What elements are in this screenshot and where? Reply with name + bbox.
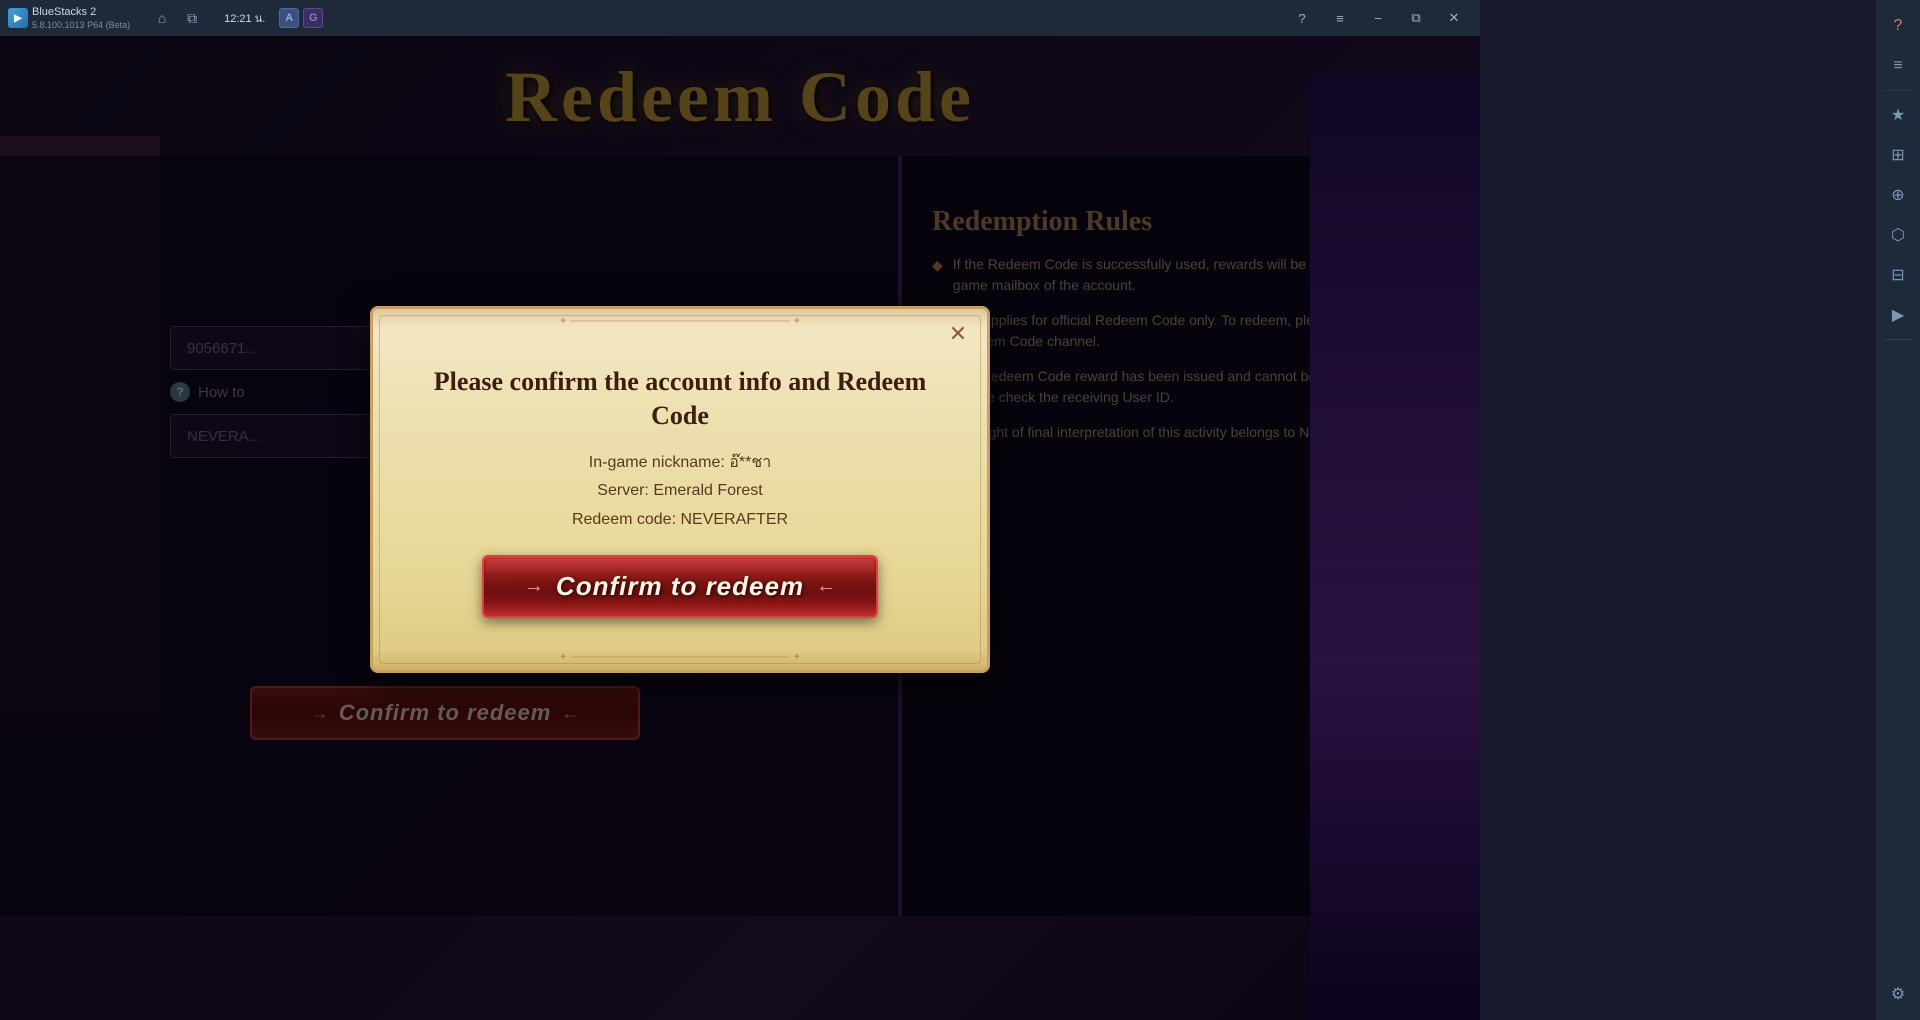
modal-flourish-top xyxy=(373,309,987,329)
sidebar-divider xyxy=(1883,90,1913,91)
extra-icons: A G xyxy=(279,8,323,28)
nickname-value: อ๊**ชา xyxy=(729,454,771,471)
server-label: Server: xyxy=(597,482,649,499)
bs-app-icon: ▶ xyxy=(8,8,28,28)
help-button[interactable]: ? xyxy=(1284,0,1320,36)
nickname-label: In-game nickname: xyxy=(589,454,725,471)
confirm-redeem-button[interactable]: → Confirm to redeem ← xyxy=(482,555,878,618)
topbar: ▶ BlueStacks 2 5.8.100.1013 P64 (Beta) ⌂… xyxy=(0,0,1480,36)
time-display: 12:21 น. xyxy=(224,9,265,27)
hamburger-sidebar-icon[interactable]: ≡ xyxy=(1880,48,1916,84)
menu-button[interactable]: ≡ xyxy=(1322,0,1358,36)
bs-app-version: 5.8.100.1013 P64 (Beta) xyxy=(32,20,130,30)
close-button[interactable]: ✕ xyxy=(1436,0,1472,36)
minimize-button[interactable]: − xyxy=(1360,0,1396,36)
restore-button[interactable]: ⧉ xyxy=(1398,0,1434,36)
code-label: Redeem code: xyxy=(572,511,676,528)
question-sidebar-icon[interactable]: ? xyxy=(1880,8,1916,44)
modal-close-button[interactable]: ✕ xyxy=(943,319,973,349)
bluestacks-logo: ▶ BlueStacks 2 5.8.100.1013 P64 (Beta) xyxy=(8,6,130,29)
globe-sidebar-icon[interactable]: ⊕ xyxy=(1880,177,1916,213)
confirm-arrow-left: → xyxy=(524,575,544,598)
layers-icon[interactable]: ⧉ xyxy=(180,6,204,30)
icon-g[interactable]: G xyxy=(303,8,323,28)
nickname-line: In-game nickname: อ๊**ชา xyxy=(421,449,939,478)
game-area: Redeem Code 9056671... ? How to NEVERA..… xyxy=(0,36,1480,1020)
folder-sidebar-icon[interactable]: ⊟ xyxy=(1880,257,1916,293)
code-line: Redeem code: NEVERAFTER xyxy=(421,506,939,535)
confirm-arrow-right: ← xyxy=(816,575,836,598)
video-sidebar-icon[interactable]: ▶ xyxy=(1880,297,1916,333)
star-sidebar-icon[interactable]: ★ xyxy=(1880,97,1916,133)
modal-info: In-game nickname: อ๊**ชา Server: Emerald… xyxy=(421,449,939,535)
code-value: NEVERAFTER xyxy=(680,511,788,528)
icon-a[interactable]: A xyxy=(279,8,299,28)
nav-icons: ⌂ ⧉ xyxy=(150,6,204,30)
settings-sidebar-icon[interactable]: ⚙ xyxy=(1880,976,1916,1012)
confirm-redeem-label: Confirm to redeem xyxy=(556,571,804,602)
modal-inner: Please confirm the account info and Rede… xyxy=(373,329,987,650)
modal-title: Please confirm the account info and Rede… xyxy=(421,365,939,433)
right-sidebar: ? ≡ ★ ⊞ ⊕ ⬡ ⊟ ▶ ⚙ xyxy=(1876,0,1920,1020)
modal-dialog: ✕ Please confirm the account info and Re… xyxy=(370,306,990,673)
server-line: Server: Emerald Forest xyxy=(421,477,939,506)
modal-flourish-bottom xyxy=(373,650,987,670)
server-value: Emerald Forest xyxy=(653,482,762,499)
gamepad-sidebar-icon[interactable]: ⊞ xyxy=(1880,137,1916,173)
modal-overlay: ✕ Please confirm the account info and Re… xyxy=(0,36,1480,1020)
bs-app-name: BlueStacks 2 xyxy=(32,6,130,19)
sidebar-divider-2 xyxy=(1883,339,1913,340)
home-icon[interactable]: ⌂ xyxy=(150,6,174,30)
window-controls: ? ≡ − ⧉ ✕ xyxy=(1284,0,1472,36)
camera-sidebar-icon[interactable]: ⬡ xyxy=(1880,217,1916,253)
